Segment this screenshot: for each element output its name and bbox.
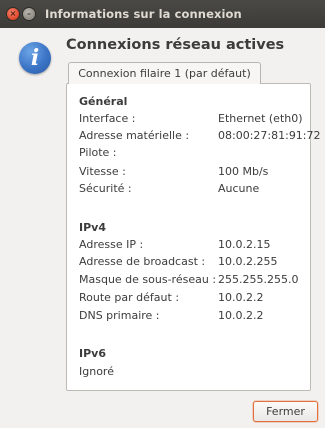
row-ip-address: Adresse IP : 10.0.2.15 [79, 238, 309, 254]
row-speed: Vitesse : 100 Mb/s [79, 165, 309, 181]
row-label: Pilote : [79, 146, 117, 159]
row-label: Interface : [79, 112, 136, 125]
page-title: Connexions réseau actives [66, 37, 285, 53]
window-close-icon[interactable]: × [7, 8, 19, 20]
connection-details-panel: Général Interface : Ethernet (eth0) Adre… [66, 83, 321, 391]
close-button[interactable]: Fermer [253, 401, 318, 422]
row-label: Adresse de broadcast : [79, 255, 206, 268]
row-label: Route par défaut : [79, 291, 180, 304]
row-security: Sécurité : Aucune [79, 182, 309, 198]
row-label: Vitesse : [79, 165, 126, 178]
row-value: 10.0.2.255 [218, 255, 278, 268]
info-icon-glyph: i [30, 45, 40, 71]
window-title: Informations sur la connexion [45, 7, 242, 21]
row-driver: Pilote : [79, 146, 309, 162]
row-value: 08:00:27:81:91:72 [218, 129, 321, 142]
row-label: Adresse matérielle : [79, 129, 190, 142]
row-value: 10.0.2.2 [218, 291, 264, 304]
row-subnet-mask: Masque de sous-réseau : 255.255.255.0 [79, 273, 309, 289]
row-value: 255.255.255.0 [218, 273, 299, 286]
window-minimize-icon[interactable]: – [23, 8, 35, 20]
row-label: DNS primaire : [79, 309, 160, 322]
row-value: 10.0.2.15 [218, 238, 271, 251]
section-ipv6-title: IPv6 [79, 347, 106, 360]
row-value: Aucune [218, 182, 260, 195]
row-value: 100 Mb/s [218, 165, 269, 178]
section-ipv4-title: IPv4 [79, 221, 106, 234]
row-hardware-address: Adresse matérielle : 08:00:27:81:91:72 [79, 129, 321, 145]
row-primary-dns: DNS primaire : 10.0.2.2 [79, 309, 309, 325]
row-label: Adresse IP : [79, 238, 144, 251]
row-ipv6-status: Ignoré [79, 365, 309, 381]
info-icon: i [19, 42, 51, 74]
row-label: Ignoré [79, 365, 114, 378]
row-interface: Interface : Ethernet (eth0) [79, 112, 309, 128]
row-value: 10.0.2.2 [218, 309, 264, 322]
tab-connexion-filaire[interactable]: Connexion filaire 1 (par défaut) [68, 62, 261, 84]
row-broadcast-address: Adresse de broadcast : 10.0.2.255 [79, 255, 309, 271]
window-titlebar: × – Informations sur la connexion [0, 0, 325, 28]
section-general-title: Général [79, 95, 128, 108]
row-label: Sécurité : [79, 182, 132, 195]
row-default-route: Route par défaut : 10.0.2.2 [79, 291, 309, 307]
row-value: Ethernet (eth0) [218, 112, 303, 125]
row-label: Masque de sous-réseau : [79, 273, 217, 286]
